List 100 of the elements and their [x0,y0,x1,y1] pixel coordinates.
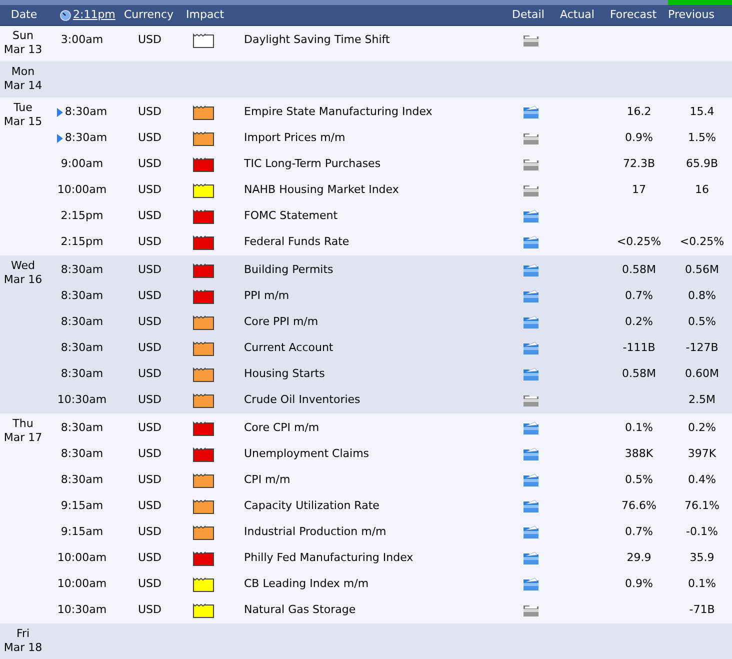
column-header: Forecast [610,6,658,23]
previous-value: -71B [689,602,715,618]
folder-icon[interactable] [523,603,539,617]
day-label: Wed [11,259,35,273]
folder-icon[interactable] [523,525,539,539]
previous-value: 397K [688,446,716,462]
forecast-value: 72.3B [622,156,656,172]
event-time: 8:30am [60,314,104,330]
folder-icon[interactable] [523,315,539,329]
event-time: 10:00am [57,576,107,592]
time-link[interactable]: 2:11pm [73,6,116,24]
event-time: 8:30am [64,130,108,146]
folder-icon[interactable] [523,393,539,407]
currency: USD [137,576,163,592]
folder-icon[interactable] [523,421,539,435]
currency: USD [137,392,163,408]
currency: USD [137,262,163,278]
event-name: Natural Gas Storage [244,602,357,618]
forecast-value: 388K [624,446,654,462]
previous-value: 2.5M [688,392,716,408]
clock-icon [60,10,71,20]
date-label: Mar 14 [4,79,42,93]
event-time: 10:30am [57,392,107,408]
previous-value: 0.5% [688,314,716,330]
folder-icon[interactable] [523,341,539,355]
event-name: Crude Oil Inventories [244,392,362,408]
folder-icon[interactable] [523,577,539,591]
folder-icon[interactable] [523,367,539,381]
folder-icon[interactable] [523,131,539,145]
event-time: 8:30am [60,262,104,278]
currency: USD [137,446,163,462]
column-header: Currency [123,6,175,23]
currency: USD [137,288,163,304]
previous-value: 0.8% [688,288,716,304]
folder-icon[interactable] [523,551,539,565]
event-name: Housing Starts [244,366,326,382]
previous-value: 1.5% [688,130,716,146]
folder-icon[interactable] [523,209,539,223]
folder-icon[interactable] [523,447,539,461]
event-name: Industrial Production m/m [244,524,388,540]
event-name: CB Leading Index m/m [244,576,370,592]
forecast-value: 17 [632,182,646,198]
date-label: Mar 15 [4,115,42,129]
event-name: Import Prices m/m [244,130,346,146]
currency: USD [137,420,163,436]
forecast-value: 0.9% [625,576,653,592]
event-time: 8:30am [60,340,104,356]
previous-value: 76.1% [684,498,720,514]
folder-icon[interactable] [523,183,539,197]
event-name: Core PPI m/m [244,314,320,330]
folder-icon[interactable] [523,105,539,119]
event-name: Capacity Utilization Rate [244,498,380,514]
folder-icon[interactable] [523,157,539,171]
folder-icon[interactable] [523,289,539,303]
currency: USD [137,130,163,146]
day-label: Mon [11,65,35,79]
currency: USD [137,602,163,618]
day-label: Sun [12,29,34,43]
event-time: 10:00am [57,550,107,566]
previous-value: 35.9 [690,550,714,566]
event-time: 8:30am [60,288,104,304]
folder-icon[interactable] [523,499,539,513]
event-time: 3:00am [60,32,104,48]
currency: USD [137,314,163,330]
event-name: Core CPI m/m [244,420,320,436]
previous-value: 15.4 [690,104,714,120]
date-label: Mar 13 [4,43,42,57]
event-name: Empire State Manufacturing Index [244,104,434,120]
forecast-value: 0.5% [625,472,653,488]
event-name: Federal Funds Rate [244,234,350,250]
date-label: Mar 18 [4,641,42,655]
previous-value: 0.1% [688,576,716,592]
previous-value: 0.4% [688,472,716,488]
currency: USD [137,550,163,566]
event-name: Philly Fed Manufacturing Index [244,550,414,566]
currency: USD [137,182,163,198]
folder-icon[interactable] [523,33,539,47]
day-label: Thu [12,417,34,431]
date-label: Mar 17 [4,431,42,445]
event-name: TIC Long-Term Purchases [244,156,382,172]
previous-value: 16 [695,182,709,198]
currency: USD [137,340,163,356]
folder-icon[interactable] [523,473,539,487]
event-time: 10:30am [57,602,107,618]
previous-value: -0.1% [686,524,718,540]
event-time: 2:15pm [60,208,104,224]
folder-icon[interactable] [523,263,539,277]
event-name: CPI m/m [244,472,292,488]
currency: USD [137,156,163,172]
event-name: Current Account [244,340,334,356]
event-time: 9:15am [60,498,104,514]
event-time: 9:00am [60,156,104,172]
forecast-value: <0.25% [616,234,662,250]
column-header: Actual [560,6,596,23]
currency: USD [137,234,163,250]
event-time: 9:15am [60,524,104,540]
event-time: 10:00am [57,182,107,198]
column-header: Impact [186,6,226,23]
date-label: Mar 16 [4,273,42,287]
folder-icon[interactable] [523,235,539,249]
